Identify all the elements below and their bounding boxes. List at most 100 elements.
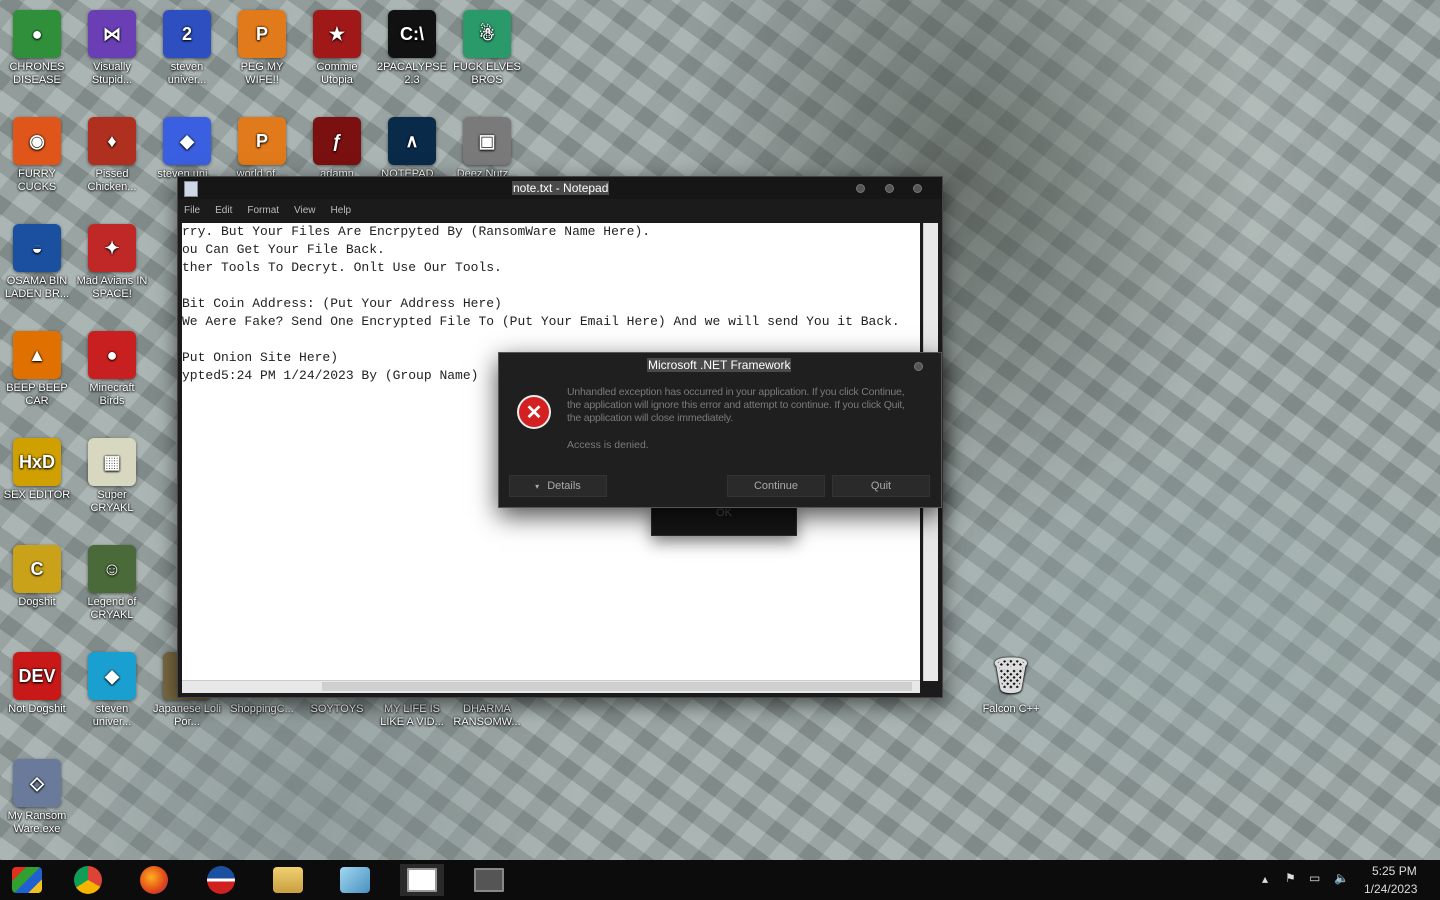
angry-birds-seasons-icon: ♦ — [88, 117, 136, 165]
desktop-icon-label: FUCK ELVES BROS — [453, 61, 521, 86]
notepad-icon — [184, 181, 198, 197]
desktop-icon[interactable]: ◆ steven uni... — [151, 117, 223, 181]
taskbar-window[interactable] — [467, 864, 511, 896]
desktop-icon[interactable]: P PEG MY WIFE!! — [226, 10, 298, 87]
gem-icon: ◆ — [163, 117, 211, 165]
taskbar-obama[interactable] — [199, 864, 243, 896]
chevron-down-icon: ▾ — [535, 481, 540, 491]
quit-button[interactable]: Quit — [832, 475, 930, 497]
taskbar — [0, 860, 1440, 900]
maximize-button[interactable] — [885, 184, 894, 193]
text-line — [182, 331, 920, 349]
taskbar-chrome[interactable] — [66, 864, 110, 896]
desktop-icon-label: Falcon C++ — [982, 703, 1040, 715]
clock-time[interactable]: 5:25 PM — [1372, 864, 1417, 878]
commie-utopia-icon: ★ — [313, 10, 361, 58]
action-center-flag-icon[interactable]: ⚑ — [1285, 871, 1296, 885]
desktop-icon[interactable]: ★ Commie Utopia — [301, 10, 373, 87]
obama-logo-icon — [207, 866, 235, 894]
taskbar-firefox[interactable] — [132, 864, 176, 896]
desktop-icon-label: My Ransom Ware.exe — [7, 810, 67, 835]
dialog-title: Microsoft .NET Framework — [647, 358, 792, 372]
desktop-icon-label: steven univer... — [167, 61, 207, 86]
error-icon: ✕ — [517, 395, 551, 429]
desktop-icon[interactable]: ⋈ Visually Stupid... — [76, 10, 148, 87]
network-icon[interactable]: ▭ — [1309, 871, 1320, 885]
start-button[interactable] — [5, 864, 49, 896]
text-line: rry. But Your Files Are Encrpyted By (Ra… — [182, 224, 651, 239]
taskbar-active-window[interactable] — [400, 864, 444, 896]
desktop-icon[interactable]: ◆ steven univer... — [76, 652, 148, 729]
desktop-icon[interactable]: DEV Not Dogshit — [1, 652, 73, 716]
desktop-icon-label: BEEP BEEP CAR — [6, 382, 68, 407]
message-box-ok-button[interactable]: OK — [651, 504, 797, 536]
desktop-icon[interactable]: C Dogshit — [1, 545, 73, 609]
firefox-icon — [140, 866, 168, 894]
horizontal-scrollbar[interactable] — [182, 680, 920, 693]
text-line — [182, 277, 920, 295]
desktop-icon[interactable]: 🗑 Falcon C++ — [975, 652, 1047, 716]
menu-file[interactable]: File — [184, 205, 200, 216]
menu-format[interactable]: Format — [247, 205, 279, 216]
pixel-character-icon: ☺ — [88, 545, 136, 593]
show-hidden-icons-icon[interactable]: ▴ — [1262, 872, 1268, 886]
notepad-titlebar[interactable]: note.txt - Notepad — [178, 177, 942, 199]
notepad-title: note.txt - Notepad — [512, 181, 610, 195]
close-button[interactable] — [913, 184, 922, 193]
quit-label: Quit — [870, 480, 892, 492]
hxd-icon: HxD — [13, 438, 61, 486]
windows-stack-icon: ▣ — [463, 117, 511, 165]
desktop-icon[interactable]: ☃ FUCK ELVES BROS — [451, 10, 523, 87]
dialog-close-button[interactable] — [914, 362, 923, 371]
desktop-icon[interactable]: C:\ 2PACALYPSE 2.3 — [376, 10, 448, 87]
gcc-icon: C — [13, 545, 61, 593]
desktop-icon-label: MY LIFE IS LIKE A VID... — [380, 703, 444, 728]
notepad-menubar: File Edit Format View Help — [178, 199, 942, 221]
desktop-icon[interactable]: ▲ BEEP BEEP CAR — [1, 331, 73, 408]
minimize-button[interactable] — [856, 184, 865, 193]
scrollbar-thumb[interactable] — [322, 682, 912, 691]
desktop-icon-label: CHRONES DISEASE — [9, 61, 65, 86]
desktop-icon[interactable]: ◉ FURRY CUCKS — [1, 117, 73, 194]
number-2-icon: 2 — [163, 10, 211, 58]
text-line: ou Can Get Your File Back. — [182, 242, 385, 257]
text-line: ther Tools To Decryt. Onlt Use Our Tools… — [182, 260, 502, 275]
desktop-icon[interactable]: HxD SEX EDITOR — [1, 438, 73, 502]
start-orb-icon — [12, 867, 42, 893]
peggle-icon: P — [238, 117, 286, 165]
window-icon — [474, 868, 504, 892]
desktop-icon-label: Japanese Loli Por... — [153, 703, 221, 728]
menu-edit[interactable]: Edit — [215, 205, 232, 216]
desktop-icon[interactable]: ♦ Pissed Chicken... — [76, 117, 148, 194]
continue-button[interactable]: Continue — [727, 475, 825, 497]
menu-view[interactable]: View — [294, 205, 316, 216]
angry-bird-icon: ● — [88, 331, 136, 379]
vlc-icon: ▲ — [13, 331, 61, 379]
notepad-plus-icon: ∧ — [388, 117, 436, 165]
desktop-icon-label: Dogshit — [18, 596, 56, 608]
desktop-icon-label: Commie Utopia — [316, 61, 358, 86]
desktop-icon[interactable]: ▦ Super CRYAKL — [76, 438, 148, 515]
details-button[interactable]: ▾ Details — [509, 475, 607, 497]
chrome-icon — [74, 866, 102, 894]
desktop-icon[interactable]: ✦ Mad Avians IN SPACE! — [76, 224, 148, 301]
taskbar-notepad[interactable] — [333, 864, 377, 896]
volume-icon[interactable]: 🔈 — [1334, 871, 1349, 885]
exception-dialog[interactable]: Microsoft .NET Framework ✕ Unhandled exc… — [498, 352, 942, 508]
desktop-icon[interactable]: ◇ My Ransom Ware.exe — [1, 759, 73, 836]
desktop-icon[interactable]: ● CHRONES DISEASE — [1, 10, 73, 87]
cmd-icon: C:\ — [388, 10, 436, 58]
menu-help[interactable]: Help — [331, 205, 352, 216]
clock-date[interactable]: 1/24/2023 — [1364, 882, 1417, 896]
desktop-icon[interactable]: ☺ Legend of CRYAKL — [76, 545, 148, 622]
elf-game-icon: ☃ — [463, 10, 511, 58]
taskbar-explorer[interactable] — [266, 864, 310, 896]
desktop-icon[interactable]: ▣ Deez Nutz... — [451, 117, 523, 181]
file-explorer-icon — [273, 867, 303, 893]
desktop-icon-label: DHARMA RANSOMW... — [453, 703, 521, 728]
desktop-icon[interactable]: Pworld of ... — [226, 117, 298, 181]
desktop-icon[interactable]: ∧ NOTEPAD... — [376, 117, 448, 181]
desktop-icon[interactable]: ◒ OSAMA BIN LADEN BR... — [1, 224, 73, 301]
desktop-icon[interactable]: 2 steven univer... — [151, 10, 223, 87]
desktop-icon[interactable]: ● Minecraft Birds — [76, 331, 148, 408]
